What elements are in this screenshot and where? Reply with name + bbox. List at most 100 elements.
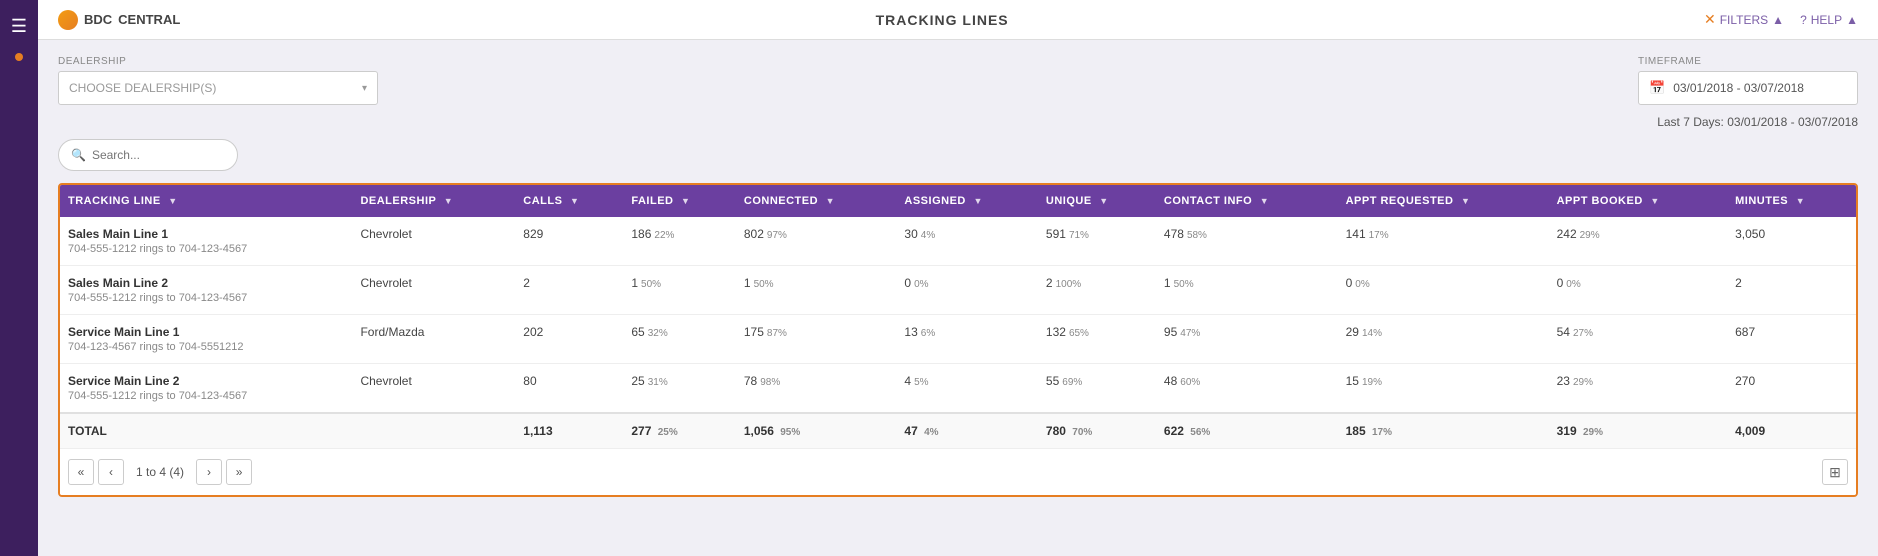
- help-link[interactable]: ? HELP ▲: [1800, 13, 1858, 27]
- sort-dealership: ▼: [444, 196, 453, 206]
- tracking-line-name: Sales Main Line 2: [68, 276, 344, 290]
- table-row: Sales Main Line 2 704-555-1212 rings to …: [60, 266, 1856, 315]
- sidebar: ☰: [0, 0, 38, 556]
- calendar-icon: 📅: [1649, 80, 1665, 96]
- filters-label[interactable]: FILTERS: [1720, 13, 1768, 27]
- col-dealership[interactable]: DEALERSHIP ▼: [352, 185, 515, 217]
- cell-assigned: 45%: [896, 364, 1038, 414]
- cell-dealership: Chevrolet: [352, 217, 515, 266]
- total-label: TOTAL: [60, 413, 352, 448]
- col-calls[interactable]: CALLS ▼: [515, 185, 623, 217]
- col-contact-info[interactable]: CONTACT INFO ▼: [1156, 185, 1338, 217]
- total-dealership: [352, 413, 515, 448]
- sort-connected: ▼: [826, 196, 835, 206]
- first-page-button[interactable]: «: [68, 459, 94, 485]
- dealership-filter-group: DEALERSHIP CHOOSE DEALERSHIP(S) ▾: [58, 56, 378, 105]
- page-title: TRACKING LINES: [180, 12, 1704, 28]
- table-row: Sales Main Line 1 704-555-1212 rings to …: [60, 217, 1856, 266]
- dealership-chevron: ▾: [362, 83, 367, 94]
- cell-appt-booked: 5427%: [1549, 315, 1728, 364]
- cell-appt-booked: 24229%: [1549, 217, 1728, 266]
- main-content: DEALERSHIP CHOOSE DEALERSHIP(S) ▾ TIMEFR…: [38, 40, 1878, 556]
- dealership-select[interactable]: CHOOSE DEALERSHIP(S) ▾: [58, 71, 378, 105]
- cell-unique: 5569%: [1038, 364, 1156, 414]
- cell-contact-info: 150%: [1156, 266, 1338, 315]
- next-page-button[interactable]: ›: [196, 459, 222, 485]
- sort-assigned: ▼: [973, 196, 982, 206]
- total-contact-info: 622 56%: [1156, 413, 1338, 448]
- cell-contact-info: 47858%: [1156, 217, 1338, 266]
- col-appt-requested[interactable]: APPT REQUESTED ▼: [1338, 185, 1549, 217]
- search-container: 🔍: [58, 139, 1858, 171]
- tracking-lines-table: TRACKING LINE ▼ DEALERSHIP ▼ CALLS ▼ FAI…: [60, 185, 1856, 448]
- dealership-label: DEALERSHIP: [58, 56, 378, 67]
- cell-tracking-line: Sales Main Line 1 704-555-1212 rings to …: [60, 217, 352, 266]
- last-page-button[interactable]: »: [226, 459, 252, 485]
- cell-appt-requested: 00%: [1338, 266, 1549, 315]
- cell-minutes: 270: [1727, 364, 1856, 414]
- export-button[interactable]: ⊞: [1822, 459, 1848, 485]
- col-unique[interactable]: UNIQUE ▼: [1038, 185, 1156, 217]
- cell-appt-booked: 2329%: [1549, 364, 1728, 414]
- col-assigned[interactable]: ASSIGNED ▼: [896, 185, 1038, 217]
- col-failed[interactable]: FAILED ▼: [623, 185, 736, 217]
- col-tracking-line[interactable]: TRACKING LINE ▼: [60, 185, 352, 217]
- table-row: Service Main Line 1 704-123-4567 rings t…: [60, 315, 1856, 364]
- sort-unique: ▼: [1099, 196, 1108, 206]
- search-box[interactable]: 🔍: [58, 139, 238, 171]
- cell-appt-booked: 00%: [1549, 266, 1728, 315]
- filter-bar: DEALERSHIP CHOOSE DEALERSHIP(S) ▾ TIMEFR…: [58, 56, 1858, 105]
- total-failed: 277 25%: [623, 413, 736, 448]
- search-input[interactable]: [92, 148, 225, 162]
- cell-appt-requested: 14117%: [1338, 217, 1549, 266]
- timeframe-label: TIMEFRAME: [1638, 56, 1858, 67]
- search-icon: 🔍: [71, 148, 86, 162]
- sort-tracking-line: ▼: [168, 196, 177, 206]
- topbar: BDC CENTRAL TRACKING LINES ✕ FILTERS ▲ ?…: [38, 0, 1878, 40]
- totals-row: TOTAL 1,113 277 25% 1,056 95% 47 4%: [60, 413, 1856, 448]
- tracking-line-name: Service Main Line 1: [68, 325, 344, 339]
- logo-text: BDC: [84, 12, 112, 27]
- logo-icon: [58, 10, 78, 30]
- menu-icon[interactable]: ☰: [3, 8, 35, 45]
- col-connected[interactable]: CONNECTED ▼: [736, 185, 897, 217]
- total-appt-booked: 319 29%: [1549, 413, 1728, 448]
- cell-failed: 150%: [623, 266, 736, 315]
- total-unique: 780 70%: [1038, 413, 1156, 448]
- col-minutes[interactable]: MINUTES ▼: [1727, 185, 1856, 217]
- tracking-line-name: Service Main Line 2: [68, 374, 344, 388]
- sort-appt-requested: ▼: [1461, 196, 1470, 206]
- cell-connected: 7898%: [736, 364, 897, 414]
- prev-page-button[interactable]: ‹: [98, 459, 124, 485]
- col-appt-booked[interactable]: APPT BOOKED ▼: [1549, 185, 1728, 217]
- topbar-actions: ✕ FILTERS ▲ ? HELP ▲: [1704, 11, 1858, 28]
- cell-contact-info: 9547%: [1156, 315, 1338, 364]
- cell-dealership: Ford/Mazda: [352, 315, 515, 364]
- cell-failed: 18622%: [623, 217, 736, 266]
- cell-minutes: 3,050: [1727, 217, 1856, 266]
- cell-dealership: Chevrolet: [352, 364, 515, 414]
- cell-unique: 13265%: [1038, 315, 1156, 364]
- cell-unique: 2100%: [1038, 266, 1156, 315]
- tracking-line-sub: 704-555-1212 rings to 704-123-4567: [68, 390, 344, 402]
- sidebar-indicator: [15, 53, 23, 61]
- pagination: « ‹ 1 to 4 (4) › » ⊞: [60, 448, 1856, 495]
- cell-calls: 202: [515, 315, 623, 364]
- cell-calls: 829: [515, 217, 623, 266]
- cell-calls: 80: [515, 364, 623, 414]
- cell-minutes: 687: [1727, 315, 1856, 364]
- total-appt-requested: 185 17%: [1338, 413, 1549, 448]
- cell-connected: 150%: [736, 266, 897, 315]
- sort-failed: ▼: [681, 196, 690, 206]
- cell-connected: 80297%: [736, 217, 897, 266]
- cell-contact-info: 4860%: [1156, 364, 1338, 414]
- cell-failed: 6532%: [623, 315, 736, 364]
- timeframe-input[interactable]: 📅 03/01/2018 - 03/07/2018: [1638, 71, 1858, 105]
- sort-appt-booked: ▼: [1650, 196, 1659, 206]
- tracking-line-sub: 704-555-1212 rings to 704-123-4567: [68, 243, 344, 255]
- filters-chevron: ▲: [1772, 13, 1784, 27]
- tracking-line-sub: 704-123-4567 rings to 704-5551212: [68, 341, 344, 353]
- filter-icon: ✕ FILTERS ▲: [1704, 11, 1784, 28]
- sort-minutes: ▼: [1796, 196, 1805, 206]
- tracking-line-sub: 704-555-1212 rings to 704-123-4567: [68, 292, 344, 304]
